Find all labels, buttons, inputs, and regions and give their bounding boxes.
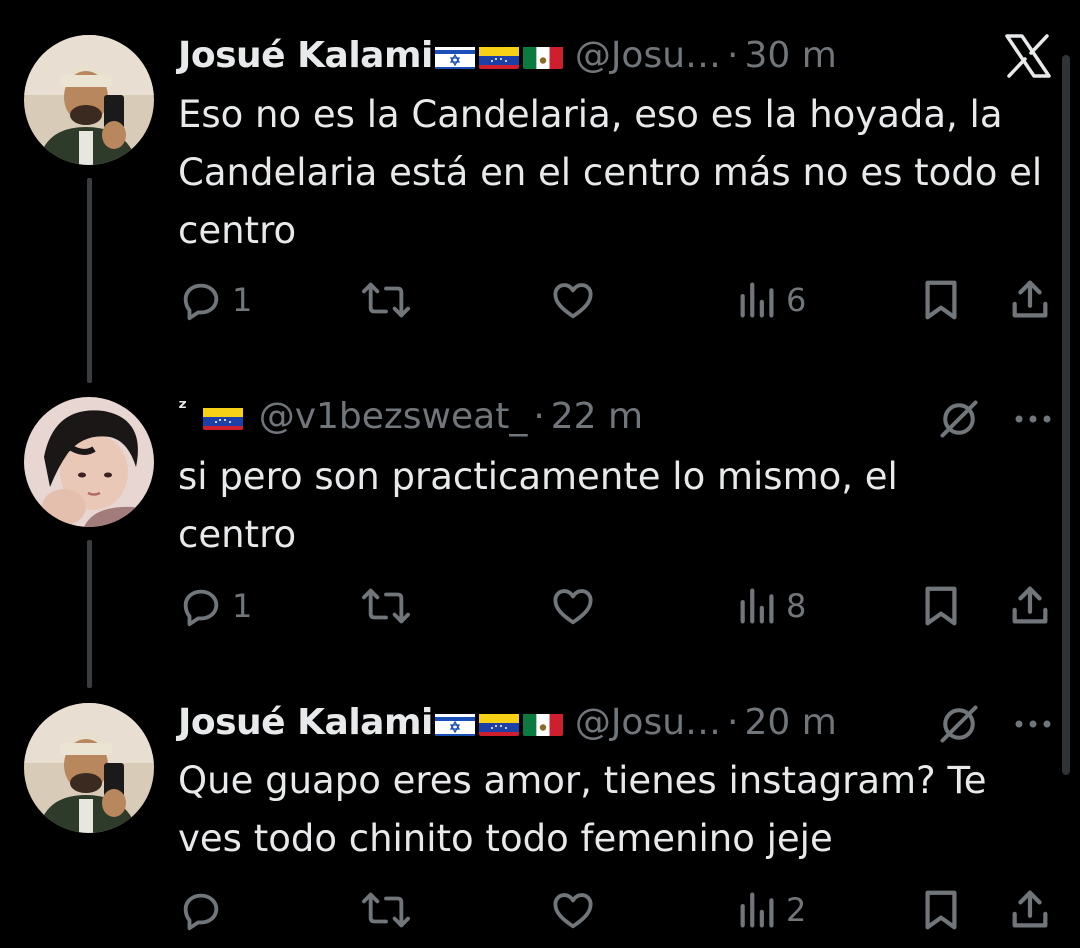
views-icon xyxy=(740,588,774,624)
views-count: 8 xyxy=(786,587,807,625)
bookmark-icon xyxy=(925,280,957,320)
avatar[interactable] xyxy=(24,703,154,833)
timestamp[interactable]: 30 m xyxy=(744,35,836,76)
action-bar: 1 8 xyxy=(178,576,1058,636)
heart-icon xyxy=(553,283,593,319)
display-name[interactable]: ᶻ xyxy=(178,396,187,421)
views-count: 6 xyxy=(786,281,807,319)
avatar[interactable] xyxy=(24,397,154,527)
action-bar: 1 6 xyxy=(178,270,1058,330)
avatar[interactable] xyxy=(24,35,154,165)
views-button[interactable]: 8 xyxy=(738,576,806,636)
bookmark-icon xyxy=(925,890,957,930)
share-button[interactable] xyxy=(1008,270,1052,330)
handle[interactable]: @Josu… xyxy=(575,35,721,76)
name-flags xyxy=(434,42,563,69)
display-name[interactable]: Josué Kalami xyxy=(178,35,433,76)
display-name[interactable]: Josué Kalami xyxy=(178,702,433,743)
tweet-header: Josué Kalami @Josu… · 20 m xyxy=(178,697,837,747)
views-button[interactable]: 6 xyxy=(738,270,806,330)
retweet-button[interactable] xyxy=(360,576,420,636)
share-icon xyxy=(1012,280,1048,318)
heart-icon xyxy=(553,893,593,929)
reply-button[interactable]: 1 xyxy=(178,576,252,636)
share-button[interactable] xyxy=(1008,880,1052,940)
handle[interactable]: @Josu… xyxy=(575,702,721,743)
tweet-text: si pero son practicamente lo mismo, el c… xyxy=(178,455,910,556)
reply-icon xyxy=(183,589,219,627)
retweet-button[interactable] xyxy=(360,880,420,940)
grok-icon[interactable] xyxy=(934,699,984,749)
reply-button[interactable]: 1 xyxy=(178,270,252,330)
israel-flag-icon xyxy=(434,709,475,736)
grok-icon[interactable] xyxy=(934,394,984,444)
scrollbar[interactable] xyxy=(1062,55,1070,775)
heart-icon xyxy=(553,589,593,625)
views-icon xyxy=(740,282,774,318)
israel-flag-icon xyxy=(434,42,475,69)
more-icon[interactable] xyxy=(1008,699,1058,749)
separator-dot: · xyxy=(727,701,739,743)
thread-line xyxy=(87,178,92,383)
venezuela-flag-icon xyxy=(478,42,519,69)
tweet-text: Eso no es la Candelaria, eso es la hoyad… xyxy=(178,93,1054,252)
share-button[interactable] xyxy=(1008,576,1052,636)
views-icon xyxy=(740,892,774,928)
retweet-icon xyxy=(362,892,410,928)
name-flags xyxy=(434,709,563,736)
bookmark-button[interactable] xyxy=(920,270,962,330)
like-button[interactable] xyxy=(549,880,605,940)
timestamp[interactable]: 22 m xyxy=(551,396,643,437)
share-icon xyxy=(1012,586,1048,624)
retweet-button[interactable] xyxy=(360,270,420,330)
retweet-icon xyxy=(362,588,410,624)
mexico-flag-icon xyxy=(522,709,563,736)
like-button[interactable] xyxy=(549,270,605,330)
bookmark-button[interactable] xyxy=(920,880,962,940)
more-icon[interactable] xyxy=(1008,394,1058,444)
share-icon xyxy=(1012,890,1048,928)
name-flags xyxy=(202,403,243,430)
handle[interactable]: @v1bezsweat_ xyxy=(259,396,528,437)
reply-count: 1 xyxy=(232,587,253,625)
venezuela-flag-icon xyxy=(202,403,243,430)
action-bar: 2 xyxy=(178,880,1058,940)
reply-button[interactable] xyxy=(178,880,232,940)
separator-dot: · xyxy=(533,395,545,437)
retweet-icon xyxy=(362,282,410,318)
views-button[interactable]: 2 xyxy=(738,880,806,940)
reply-icon xyxy=(183,283,219,321)
thread-line xyxy=(87,540,92,688)
tweet-header: ᶻ @v1bezsweat_ · 22 m xyxy=(178,391,643,441)
reply-icon xyxy=(183,893,219,931)
bookmark-icon xyxy=(925,586,957,626)
tweet-text: Que guapo eres amor, tienes instagram? T… xyxy=(178,759,999,860)
mexico-flag-icon xyxy=(522,42,563,69)
like-button[interactable] xyxy=(549,576,605,636)
x-logo-icon[interactable] xyxy=(1000,28,1056,84)
timestamp[interactable]: 20 m xyxy=(744,702,836,743)
bookmark-button[interactable] xyxy=(920,576,962,636)
separator-dot: · xyxy=(727,34,739,76)
tweet-header: Josué Kalami @Josu… · 30 m xyxy=(178,30,837,80)
views-count: 2 xyxy=(786,891,807,929)
venezuela-flag-icon xyxy=(478,709,519,736)
reply-count: 1 xyxy=(232,281,253,319)
